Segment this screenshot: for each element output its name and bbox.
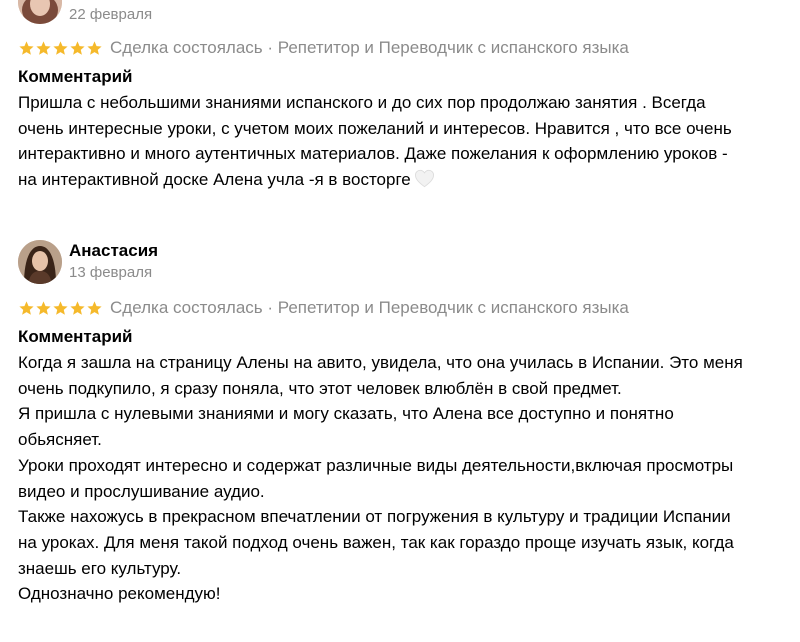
comment-line: видео и прослушивание аудио. — [18, 481, 265, 501]
review-card: Анастасия 13 февраля Сделка состоялась ·… — [18, 240, 788, 607]
star-icon — [70, 40, 85, 55]
review-date: 13 февраля — [69, 264, 153, 281]
review-author-name[interactable]: Анастасия — [69, 239, 158, 263]
avatar[interactable] — [18, 0, 62, 24]
comment-text: Когда я зашла на страницу Алены на авито… — [18, 350, 788, 607]
comment-text: Пришла с небольшими знаниями испанского … — [18, 90, 788, 193]
review-author-block: Анастасия 13 февраля — [69, 240, 158, 283]
rating-line: Сделка состоялась · Репетитор и Переводч… — [18, 36, 788, 60]
deal-info: Сделка состоялась · Репетитор и Переводч… — [110, 298, 629, 317]
comment-line: Уроки проходят интересно и содержат разл… — [18, 455, 734, 475]
star-icon — [53, 40, 68, 55]
star-icon — [19, 300, 34, 315]
avatar[interactable] — [18, 240, 62, 284]
review-header: Анастасия 13 февраля — [18, 240, 788, 286]
comment-line: на интерактивной доске Алена учла -я в в… — [18, 170, 411, 190]
comment-title: Комментарий — [18, 67, 133, 86]
star-rating — [18, 40, 103, 57]
comment-line: Также нахожусь в прекрасном впечатлении … — [18, 507, 731, 527]
rating-line: Сделка состоялась · Репетитор и Переводч… — [18, 296, 788, 320]
comment-line: очень интересные уроки, с учетом моих по… — [18, 118, 732, 138]
comment-line: Я пришла с нулевыми знаниями и могу сказ… — [18, 404, 674, 424]
comment-line: Пришла с небольшими знаниями испанского … — [18, 93, 706, 112]
comment-line: знаешь его культуру. — [18, 558, 182, 578]
comment-line-with-emoji: на интерактивной доске Алена учла -я в в… — [18, 167, 788, 193]
star-icon — [87, 40, 102, 55]
comment-title: Комментарий — [18, 327, 133, 346]
review-card: 22 февраля Сделка состоялась · Репетитор… — [18, 0, 788, 193]
star-rating — [18, 300, 103, 317]
star-icon — [70, 300, 85, 315]
star-icon — [53, 300, 68, 315]
comment-line: на уроках. Для меня такой подход очень в… — [18, 532, 734, 552]
comment-line: обьясняет. — [18, 430, 102, 450]
comment-line: Когда я зашла на страницу Алены на авито… — [18, 353, 743, 372]
star-icon — [87, 300, 102, 315]
comment-line: интерактивно и много аутентичных материа… — [18, 144, 728, 164]
deal-info: Сделка состоялась · Репетитор и Переводч… — [110, 38, 629, 57]
star-icon — [36, 300, 51, 315]
comment-line: очень подкупило, я сразу поняла, что это… — [18, 378, 622, 398]
review-date: 22 февраля — [69, 6, 153, 23]
comment-line: Однозначно рекомендую! — [18, 584, 221, 604]
review-header: 22 февраля — [18, 0, 788, 26]
star-icon — [19, 40, 34, 55]
star-icon — [36, 40, 51, 55]
review-author-block: 22 февраля — [69, 0, 152, 25]
white-heart-icon — [414, 169, 434, 188]
